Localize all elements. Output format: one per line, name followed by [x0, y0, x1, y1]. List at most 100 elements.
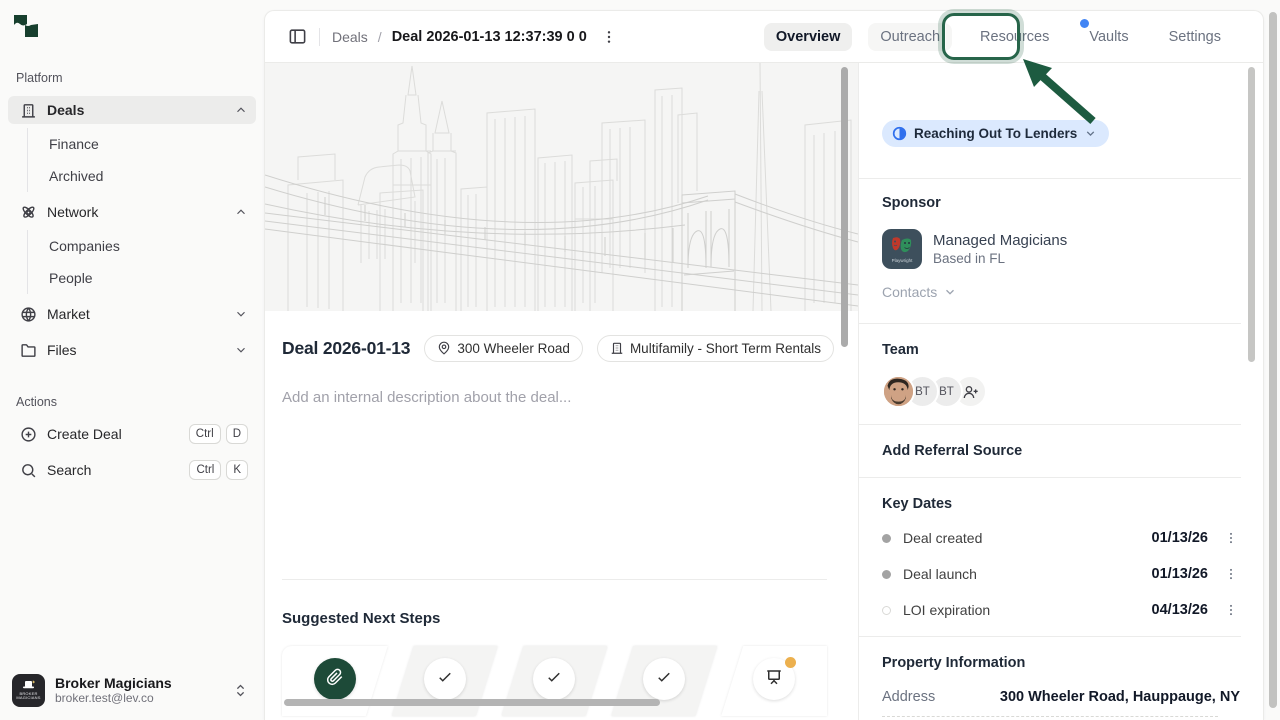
orange-notification-dot — [785, 657, 796, 668]
deal-summary-panel: Reaching Out To Lenders Sponsor Play — [859, 63, 1263, 720]
panel-divider — [859, 424, 1241, 425]
check-icon — [436, 668, 454, 691]
deals-children: Finance Archived — [27, 128, 256, 192]
sidebar-item-deals[interactable]: Deals — [8, 96, 256, 124]
actions-section-label: Actions — [16, 395, 57, 409]
globe-icon — [20, 306, 37, 323]
vaults-notification-dot — [1080, 19, 1089, 28]
user-avatar: BROKER MAGICIANS — [12, 674, 45, 707]
sponsor-row[interactable]: Playwright Managed Magicians Based in FL — [882, 229, 1067, 269]
team-avatars: BT BT — [882, 375, 978, 408]
sponsor-avatar: Playwright — [882, 229, 922, 269]
sidebar-item-people[interactable]: People — [28, 262, 256, 294]
sidebar-item-label: Market — [47, 306, 234, 322]
presentation-icon — [765, 668, 783, 691]
progress-circle-icon — [892, 126, 907, 141]
sidebar-item-network[interactable]: Network — [8, 198, 256, 226]
user-plus-icon — [963, 384, 979, 400]
sidebar-item-market[interactable]: Market — [8, 300, 256, 328]
window-vertical-scrollbar[interactable] — [1269, 12, 1277, 708]
key-dates-heading: Key Dates — [882, 496, 952, 512]
main-horizontal-scrollbar[interactable] — [284, 699, 660, 706]
map-pin-icon — [437, 341, 451, 355]
panel-divider — [859, 636, 1241, 637]
contacts-dropdown[interactable]: Contacts — [882, 284, 957, 300]
team-heading: Team — [882, 342, 919, 358]
panel-divider — [859, 323, 1241, 324]
deal-overview-main: Deal 2026-01-13 300 Wheeler Road Multifa… — [265, 63, 858, 720]
asset-type-chip[interactable]: Multifamily - Short Term Rentals — [597, 335, 834, 362]
tab-outreach[interactable]: Outreach — [868, 23, 952, 51]
sponsor-heading: Sponsor — [882, 195, 941, 211]
key-date-row: Deal created 01/13/26 — [882, 526, 1240, 550]
next-steps-title: Suggested Next Steps — [282, 610, 440, 627]
breadcrumb-current-deal: Deal 2026-01-13 12:37:39 0 0 — [392, 29, 587, 45]
chevron-down-icon — [943, 285, 957, 299]
sidebar-item-archived[interactable]: Archived — [28, 160, 256, 192]
property-row: Address 300 Wheeler Road, Hauppauge, NY — [882, 686, 1240, 708]
search-button[interactable]: Search Ctrl K — [8, 454, 256, 486]
step-segment — [721, 646, 827, 716]
key-date-row: Deal launch 01/13/26 — [882, 562, 1240, 586]
sidebar: Platform Deals Finance Archived — [0, 0, 264, 720]
key-date-kebab-button[interactable] — [1222, 529, 1240, 547]
deal-title: Deal 2026-01-13 — [282, 338, 410, 359]
chevron-down-icon — [234, 343, 248, 357]
building-icon — [20, 102, 37, 119]
network-children: Companies People — [27, 230, 256, 294]
topbar: Deals / Deal 2026-01-13 12:37:39 0 0 Ove… — [265, 11, 1263, 63]
sponsor-name: Managed Magicians — [933, 232, 1067, 249]
create-deal-button[interactable]: Create Deal Ctrl D — [8, 418, 256, 450]
property-information-heading: Property Information — [882, 655, 1025, 671]
paperclip-icon — [326, 668, 344, 691]
filled-dot-icon — [882, 570, 891, 579]
step-task-button[interactable] — [643, 658, 685, 700]
step-presentation-button[interactable] — [753, 658, 795, 700]
tab-settings[interactable]: Settings — [1157, 23, 1233, 51]
breadcrumb-separator: / — [378, 29, 382, 45]
topbar-divider — [319, 28, 320, 46]
check-icon — [545, 668, 563, 691]
key-date-kebab-button[interactable] — [1222, 601, 1240, 619]
sidebar-nav: Deals Finance Archived Network C — [8, 96, 256, 368]
add-referral-source-button[interactable]: Add Referral Source — [882, 443, 1022, 459]
sidebar-actions: Create Deal Ctrl D Search Ctrl K — [8, 418, 256, 490]
address-chip[interactable]: 300 Wheeler Road — [424, 335, 583, 362]
folder-icon — [20, 342, 37, 359]
check-icon — [655, 668, 673, 691]
main-vertical-scrollbar[interactable] — [841, 67, 848, 347]
step-attachments-button[interactable] — [314, 658, 356, 700]
sidebar-item-finance[interactable]: Finance — [28, 128, 256, 160]
deal-status-label: Reaching Out To Lenders — [914, 126, 1077, 141]
key-date-kebab-button[interactable] — [1222, 565, 1240, 583]
panel-vertical-scrollbar[interactable] — [1248, 67, 1255, 362]
user-menu[interactable]: BROKER MAGICIANS Broker Magicians broker… — [8, 668, 256, 712]
sidebar-item-companies[interactable]: Companies — [28, 230, 256, 262]
user-email: broker.test@lev.co — [55, 691, 233, 705]
sponsor-location: Based in FL — [933, 251, 1067, 266]
tab-resources[interactable]: Resources — [968, 23, 1061, 51]
sidebar-item-files[interactable]: Files — [8, 336, 256, 364]
sidebar-toggle-button[interactable] — [283, 23, 311, 51]
deal-options-kebab-button[interactable] — [597, 25, 621, 49]
city-skyline-illustration — [265, 63, 858, 311]
breadcrumb-deals-link[interactable]: Deals — [332, 29, 368, 45]
step-task-button[interactable] — [424, 658, 466, 700]
team-member-avatar[interactable] — [882, 375, 915, 408]
tab-overview[interactable]: Overview — [764, 23, 853, 51]
step-task-button[interactable] — [533, 658, 575, 700]
lev-logo-icon[interactable] — [12, 12, 40, 40]
chevrons-up-down-icon — [233, 683, 248, 698]
kbd-ctrl: Ctrl — [189, 424, 221, 444]
description-input[interactable]: Add an internal description about the de… — [282, 389, 571, 406]
app-window: Platform Deals Finance Archived — [0, 0, 1280, 720]
chevron-up-icon — [234, 103, 248, 117]
chevron-down-icon — [234, 307, 248, 321]
deal-tabs: Overview Outreach Resources Vaults Setti… — [764, 21, 1233, 53]
deal-title-row: Deal 2026-01-13 300 Wheeler Road Multifa… — [282, 334, 841, 362]
kbd-k: K — [226, 460, 248, 480]
dashed-divider — [882, 716, 1218, 717]
sidebar-item-label: Files — [47, 342, 234, 358]
deal-status-dropdown[interactable]: Reaching Out To Lenders — [882, 120, 1109, 147]
deal-page-card: Deals / Deal 2026-01-13 12:37:39 0 0 Ove… — [264, 10, 1264, 720]
